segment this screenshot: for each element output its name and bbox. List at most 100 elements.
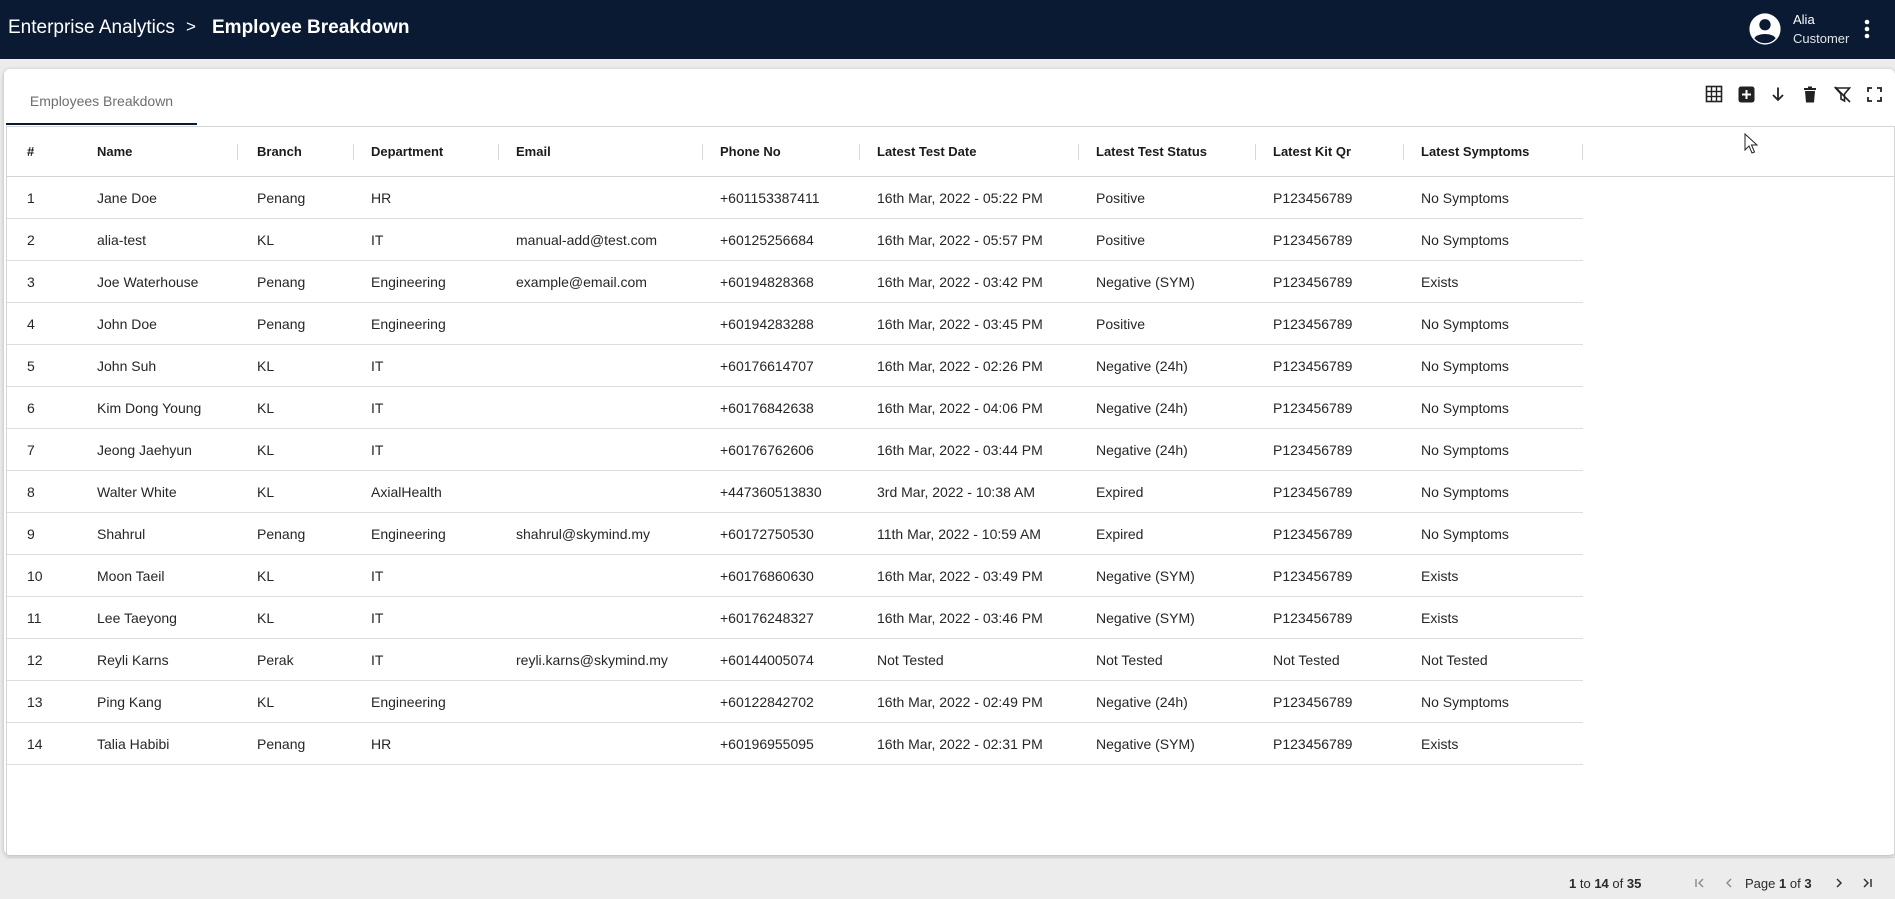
tab-employees-breakdown[interactable]: Employees Breakdown — [6, 69, 197, 125]
cell-latest-kit-qr[interactable]: P123456789 — [1273, 177, 1352, 219]
column-header-latest-symptoms[interactable]: Latest Symptoms — [1421, 127, 1529, 177]
cell-latest-test-date[interactable]: 16th Mar, 2022 - 03:46 PM — [877, 597, 1043, 639]
column-separator[interactable] — [1403, 144, 1404, 160]
cell-latest-test-status[interactable]: Negative (SYM) — [1096, 723, 1195, 765]
column-separator[interactable] — [1255, 144, 1256, 160]
cell-phone-no[interactable]: +601153387411 — [720, 177, 820, 219]
cell-latest-test-date[interactable]: 3rd Mar, 2022 - 10:38 AM — [877, 471, 1035, 513]
cell-latest-symptoms[interactable]: No Symptoms — [1421, 345, 1509, 387]
cell-latest-test-date[interactable]: 16th Mar, 2022 - 03:44 PM — [877, 429, 1043, 471]
cell-row-index[interactable]: 11 — [27, 597, 42, 639]
cell-latest-test-date[interactable]: 11th Mar, 2022 - 10:59 AM — [877, 513, 1041, 555]
cell-latest-test-date[interactable]: 16th Mar, 2022 - 02:31 PM — [877, 723, 1043, 765]
cell-department[interactable]: Engineering — [371, 513, 446, 555]
cell-phone-no[interactable]: +60176860630 — [720, 555, 814, 597]
column-separator[interactable] — [498, 144, 499, 160]
cell-latest-symptoms[interactable]: No Symptoms — [1421, 303, 1509, 345]
column-separator[interactable] — [859, 144, 860, 160]
cell-branch[interactable]: Penang — [257, 261, 305, 303]
column-header-name[interactable]: Name — [97, 127, 132, 177]
cell-email[interactable]: shahrul@skymind.my — [516, 513, 650, 555]
cell-phone-no[interactable]: +60172750530 — [720, 513, 814, 555]
cell-latest-test-date[interactable]: 16th Mar, 2022 - 03:49 PM — [877, 555, 1043, 597]
cell-latest-test-date[interactable]: 16th Mar, 2022 - 02:49 PM — [877, 681, 1043, 723]
cell-latest-kit-qr[interactable]: P123456789 — [1273, 513, 1352, 555]
cell-row-index[interactable]: 8 — [27, 471, 35, 513]
cell-latest-kit-qr[interactable]: P123456789 — [1273, 471, 1352, 513]
cell-department[interactable]: IT — [371, 639, 383, 681]
cell-latest-kit-qr[interactable]: P123456789 — [1273, 681, 1352, 723]
cell-latest-test-date[interactable]: 16th Mar, 2022 - 03:42 PM — [877, 261, 1043, 303]
cell-latest-test-status[interactable]: Positive — [1096, 303, 1145, 345]
cell-department[interactable]: IT — [371, 345, 383, 387]
cell-latest-test-status[interactable]: Negative (24h) — [1096, 429, 1188, 471]
cell-department[interactable]: Engineering — [371, 681, 446, 723]
cell-latest-test-status[interactable]: Expired — [1096, 471, 1143, 513]
cell-latest-test-status[interactable]: Not Tested — [1096, 639, 1163, 681]
cell-branch[interactable]: KL — [257, 429, 274, 471]
cell-employee-name[interactable]: Ping Kang — [97, 681, 162, 723]
cell-email[interactable]: reyli.karns@skymind.my — [516, 639, 668, 681]
cell-latest-kit-qr[interactable]: Not Tested — [1273, 639, 1340, 681]
table-row[interactable]: 11 Lee Taeyong KL IT +60176248327 16th Mar, 2… — [7, 597, 1583, 639]
column-separator[interactable] — [353, 144, 354, 160]
cell-branch[interactable]: KL — [257, 597, 274, 639]
last-page-icon[interactable] — [1857, 873, 1877, 893]
previous-page-icon[interactable] — [1719, 873, 1739, 893]
table-row[interactable]: 5 John Suh KL IT +60176614707 16th Mar, 2022 … — [7, 345, 1583, 387]
cell-branch[interactable]: KL — [257, 219, 274, 261]
cell-employee-name[interactable]: Lee Taeyong — [97, 597, 177, 639]
cell-row-index[interactable]: 9 — [27, 513, 35, 555]
column-separator[interactable] — [702, 144, 703, 160]
table-row[interactable]: 8 Walter White KL AxialHealth +447360513830 3… — [7, 471, 1583, 513]
cell-employee-name[interactable]: Talia Habibi — [97, 723, 169, 765]
cell-department[interactable]: IT — [371, 597, 383, 639]
cell-latest-symptoms[interactable]: Not Tested — [1421, 639, 1488, 681]
cell-latest-test-date[interactable]: 16th Mar, 2022 - 05:22 PM — [877, 177, 1043, 219]
cell-phone-no[interactable]: +447360513830 — [720, 471, 822, 513]
column-header-latest-kit-qr[interactable]: Latest Kit Qr — [1273, 127, 1351, 177]
cell-latest-symptoms[interactable]: Exists — [1421, 597, 1458, 639]
column-header-latest-test-status[interactable]: Latest Test Status — [1096, 127, 1207, 177]
cell-latest-test-date[interactable]: 16th Mar, 2022 - 02:26 PM — [877, 345, 1043, 387]
column-separator[interactable] — [1078, 144, 1079, 160]
cell-latest-symptoms[interactable]: No Symptoms — [1421, 219, 1509, 261]
cell-latest-kit-qr[interactable]: P123456789 — [1273, 303, 1352, 345]
breadcrumb-root[interactable]: Enterprise Analytics — [8, 17, 175, 39]
cell-latest-kit-qr[interactable]: P123456789 — [1273, 723, 1352, 765]
cell-branch[interactable]: Perak — [257, 639, 294, 681]
cell-phone-no[interactable]: +60176614707 — [720, 345, 814, 387]
cell-department[interactable]: HR — [371, 723, 391, 765]
table-row[interactable]: 13 Ping Kang KL Engineering +60122842702 16th… — [7, 681, 1583, 723]
cell-department[interactable]: IT — [371, 429, 383, 471]
table-row[interactable]: 14 Talia Habibi Penang HR +60196955095 16th M… — [7, 723, 1583, 765]
cell-latest-kit-qr[interactable]: P123456789 — [1273, 597, 1352, 639]
cell-branch[interactable]: KL — [257, 555, 274, 597]
column-header-index[interactable]: # — [27, 127, 34, 177]
table-grid-icon[interactable] — [1704, 84, 1724, 104]
cell-latest-test-status[interactable]: Negative (SYM) — [1096, 555, 1195, 597]
cell-latest-test-date[interactable]: 16th Mar, 2022 - 05:57 PM — [877, 219, 1043, 261]
column-header-phone[interactable]: Phone No — [720, 127, 781, 177]
cell-latest-symptoms[interactable]: No Symptoms — [1421, 513, 1509, 555]
first-page-icon[interactable] — [1690, 873, 1710, 893]
cell-department[interactable]: IT — [371, 555, 383, 597]
column-separator[interactable] — [237, 144, 238, 160]
cell-phone-no[interactable]: +60176248327 — [720, 597, 814, 639]
cell-row-index[interactable]: 7 — [27, 429, 35, 471]
cell-email[interactable]: manual-add@test.com — [516, 219, 657, 261]
cell-phone-no[interactable]: +60194828368 — [720, 261, 814, 303]
arrow-down-icon[interactable] — [1768, 84, 1788, 104]
table-row[interactable]: 1 Jane Doe Penang HR +601153387411 16th Mar, … — [7, 177, 1583, 219]
cell-branch[interactable]: Penang — [257, 177, 305, 219]
cell-latest-test-status[interactable]: Expired — [1096, 513, 1143, 555]
clear-filter-icon[interactable] — [1832, 84, 1852, 104]
column-header-branch[interactable]: Branch — [257, 127, 302, 177]
cell-latest-kit-qr[interactable]: P123456789 — [1273, 555, 1352, 597]
cell-branch[interactable]: Penang — [257, 723, 305, 765]
cell-branch[interactable]: Penang — [257, 303, 305, 345]
cell-department[interactable]: Engineering — [371, 303, 446, 345]
cell-row-index[interactable]: 6 — [27, 387, 35, 429]
cell-latest-test-status[interactable]: Negative (SYM) — [1096, 261, 1195, 303]
table-row[interactable]: 2 alia-test KL IT manual-add@test.com +601252… — [7, 219, 1583, 261]
